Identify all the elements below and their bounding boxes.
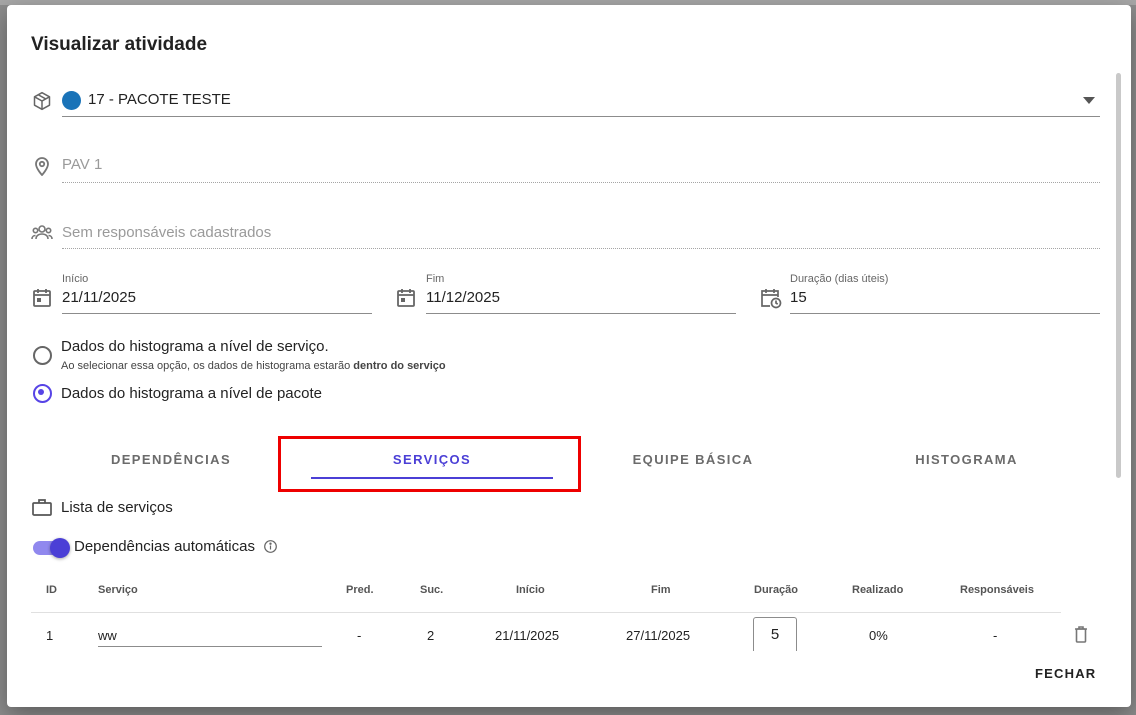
highlight-box [278, 436, 581, 492]
tab-histograma[interactable]: HISTOGRAMA [833, 452, 1100, 467]
location-pin-icon [32, 155, 52, 177]
hint-text: Ao selecionar essa opção, os dados de hi… [61, 360, 354, 372]
dialog-scrollbar[interactable] [1116, 73, 1121, 478]
briefcase-icon [31, 497, 53, 517]
calendar-icon [32, 287, 52, 307]
radio-service-hint: Ao selecionar essa opção, os dados de hi… [61, 360, 446, 372]
package-icon [31, 90, 53, 112]
package-select-value[interactable]: 17 - PACOTE TESTE [88, 91, 231, 108]
responsibles-field: Sem responsáveis cadastrados [62, 224, 272, 241]
people-icon [31, 223, 53, 241]
row-service-line [98, 646, 322, 647]
duration-label: Duração (dias úteis) [790, 273, 889, 285]
close-button[interactable]: FECHAR [1025, 664, 1106, 683]
tab-dependencias[interactable]: DEPENDÊNCIAS [31, 452, 311, 467]
end-date-line [426, 313, 736, 314]
col-header-fim: Fim [651, 584, 671, 596]
auto-dependencies-label: Dependências automáticas [74, 538, 255, 555]
row-suc: 2 [427, 628, 435, 643]
radio-service-level[interactable] [33, 346, 52, 365]
radio-service-label: Dados do histograma a nível de serviço. [61, 338, 329, 355]
location-field: PAV 1 [62, 156, 103, 173]
radio-package-level[interactable] [33, 384, 52, 403]
start-date-line [62, 313, 372, 314]
delete-icon[interactable] [1073, 625, 1089, 643]
col-header-realizado: Realizado [852, 584, 904, 596]
row-done: 0% [869, 628, 888, 643]
toggle-knob[interactable] [50, 538, 70, 558]
col-header-duracao: Duração [754, 584, 799, 596]
start-date-label: Início [62, 273, 89, 285]
hint-bold-text: dentro do serviço [353, 360, 446, 372]
radio-package-label: Dados do histograma a nível de pacote [61, 385, 322, 402]
package-color-dot [62, 91, 81, 110]
row-responsible: - [993, 628, 998, 643]
row-end: 27/11/2025 [626, 628, 691, 643]
location-field-line [62, 182, 1100, 183]
calendar-clock-icon [760, 287, 782, 309]
row-service-input[interactable]: ww [98, 628, 117, 643]
end-date-label: Fim [426, 273, 445, 285]
duration-line [790, 313, 1100, 314]
col-header-id: ID [46, 584, 57, 596]
start-date-input[interactable]: 21/11/2025 [62, 289, 136, 306]
row-id: 1 [46, 628, 54, 643]
package-select[interactable] [62, 116, 1100, 117]
row-start: 21/11/2025 [495, 628, 560, 643]
responsibles-field-line [62, 248, 1100, 249]
end-date-input[interactable]: 11/12/2025 [426, 289, 500, 306]
calendar-icon [396, 287, 416, 307]
col-header-suc: Suc. [420, 584, 444, 596]
tab-equipe-basica[interactable]: EQUIPE BÁSICA [553, 452, 833, 467]
dialog-title: Visualizar atividade [31, 34, 208, 55]
row-duration-input[interactable]: 5 [753, 617, 797, 651]
col-header-inicio: Início [516, 584, 545, 596]
info-icon[interactable] [263, 539, 277, 553]
services-list-title: Lista de serviços [61, 499, 173, 516]
row-pred: - [357, 628, 362, 643]
col-header-servico: Serviço [98, 584, 138, 596]
duration-input[interactable]: 15 [790, 289, 807, 306]
view-activity-dialog: Visualizar atividade 17 - PACOTE TESTE P… [7, 5, 1131, 707]
col-header-pred: Pred. [346, 584, 374, 596]
chevron-down-icon[interactable] [1081, 93, 1097, 107]
table-header-divider [31, 612, 1061, 613]
col-header-responsaveis: Responsáveis [960, 584, 1034, 596]
